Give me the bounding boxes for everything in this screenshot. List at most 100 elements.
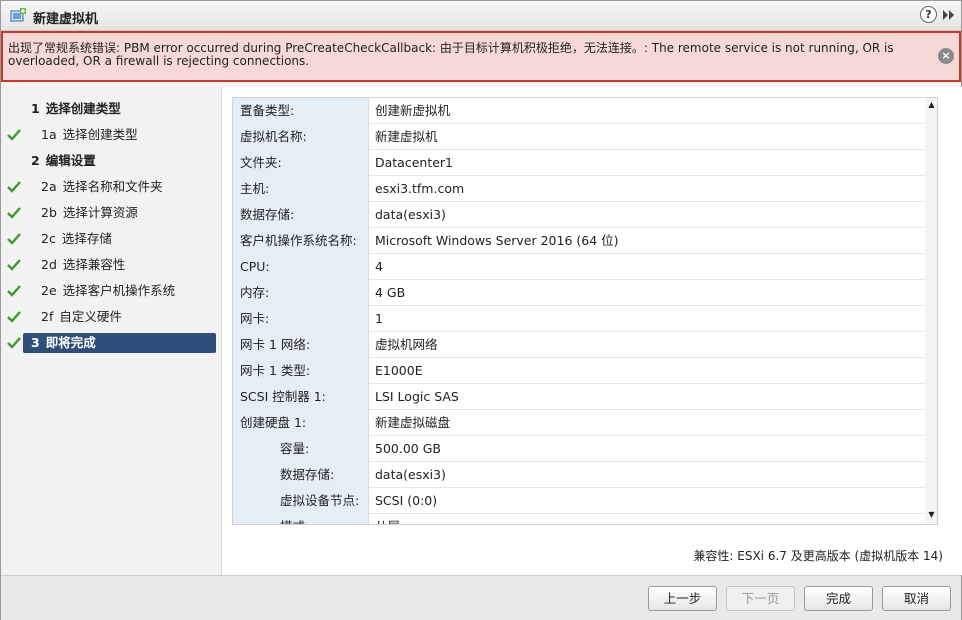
nav-item-2b[interactable]: 2b 选择计算资源 (23, 203, 216, 223)
error-message: 出现了常规系统错误: PBM error occurred during Pre… (8, 41, 894, 68)
back-button[interactable]: 上一步 (648, 586, 717, 611)
nav-item-number: 3 (31, 335, 40, 350)
nav-item-label: 选择存储 (61, 231, 112, 246)
table-row: 模式:从属 (233, 514, 934, 524)
row-label: 网卡: (233, 306, 369, 332)
cancel-button[interactable]: 取消 (882, 586, 951, 611)
table-row: 网卡: 1 (233, 306, 934, 332)
nav-item-label: 选择兼容性 (62, 257, 126, 272)
row-label: 客户机操作系统名称: (233, 228, 369, 254)
title-bar: 新建虚拟机 ? (1, 1, 961, 31)
row-label: 虚拟机名称: (233, 124, 369, 150)
nav-item-label: 选择计算资源 (62, 205, 138, 220)
row-label: CPU: (233, 254, 369, 280)
row-value: 虚拟机网络 (375, 337, 438, 352)
scroll-up-icon[interactable]: ▲ (925, 100, 938, 112)
table-row: SCSI 控制器 1: LSI Logic SAS (233, 384, 934, 410)
nav-item-label: 即将完成 (45, 335, 96, 350)
nav-item-label: 选择名称和文件夹 (62, 179, 163, 194)
row-label: SCSI 控制器 1: (233, 384, 369, 410)
footer: 上一步 下一页 完成 取消 (1, 575, 961, 620)
scroll-down-icon[interactable]: ▼ (925, 510, 938, 522)
dialog-title: 新建虚拟机 (33, 12, 99, 27)
table-row: 数据存储: data(esxi3) (233, 462, 934, 488)
row-value: 500.00 GB (375, 441, 441, 456)
next-button[interactable]: 下一页 (726, 586, 795, 611)
row-value: 新建虚拟机 (375, 129, 438, 144)
nav-item-number: 2b (41, 205, 57, 220)
check-icon (7, 207, 21, 219)
row-value: Datacenter1 (375, 155, 454, 170)
row-label: 文件夹: (233, 150, 369, 176)
table-row: 网卡 1 类型: E1000E (233, 358, 934, 384)
check-icon (7, 337, 21, 349)
row-value: 4 GB (375, 285, 406, 300)
wizard-nav: 1 选择创建类型 1a 选择创建类型 2 编辑设置 2a 选择名称和文件夹 2b 选择计算资源 2c… (1, 87, 221, 575)
table-row: 虚拟设备节点: SCSI (0:0) (233, 488, 934, 514)
compatibility-text: 兼容性: ESXi 6.7 及更高版本 (虚拟机版本 14) (693, 549, 943, 563)
row-label: 网卡 1 类型: (233, 358, 369, 384)
row-label: 数据存储: (233, 462, 369, 488)
finish-button[interactable]: 完成 (804, 586, 873, 611)
nav-item-2a[interactable]: 2a 选择名称和文件夹 (23, 177, 216, 197)
check-icon (7, 129, 21, 141)
row-value: esxi3.tfm.com (375, 181, 465, 196)
table-row: 虚拟机名称: 新建虚拟机 (233, 124, 934, 150)
nav-item-2d[interactable]: 2d 选择兼容性 (23, 255, 216, 275)
nav-item-1[interactable]: 1 选择创建类型 (23, 99, 216, 119)
nav-item-1a[interactable]: 1a 选择创建类型 (23, 125, 216, 145)
nav-item-label: 编辑设置 (45, 153, 96, 168)
nav-item-2[interactable]: 2 编辑设置 (23, 151, 216, 171)
table-row: 主机: esxi3.tfm.com (233, 176, 934, 202)
row-value: 创建新虚拟机 (375, 103, 451, 118)
check-icon (7, 259, 21, 271)
row-label: 创建硬盘 1: (233, 410, 369, 436)
nav-item-label: 选择创建类型 (62, 127, 138, 142)
row-label: 内存: (233, 280, 369, 306)
table-row: 置备类型: 创建新虚拟机 (233, 98, 934, 124)
help-button[interactable]: ? (920, 6, 937, 23)
row-value: Microsoft Windows Server 2016 (64 位) (375, 233, 619, 248)
row-value: LSI Logic SAS (375, 389, 459, 404)
nav-item-number: 2c (41, 231, 56, 246)
check-icon (7, 285, 21, 297)
nav-item-number: 2 (31, 153, 40, 168)
row-value: data(esxi3) (375, 207, 446, 222)
row-label: 置备类型: (233, 98, 369, 124)
close-icon[interactable]: × (938, 48, 954, 64)
expand-icon[interactable] (942, 7, 956, 23)
row-label: 网卡 1 网络: (233, 332, 369, 358)
table-row: CPU: 4 (233, 254, 934, 280)
table-row: 网卡 1 网络: 虚拟机网络 (233, 332, 934, 358)
new-vm-icon (10, 8, 26, 22)
row-value: 新建虚拟磁盘 (375, 415, 451, 430)
nav-item-number: 2f (41, 309, 54, 324)
check-icon (7, 181, 21, 193)
check-icon (7, 311, 21, 323)
summary-table: 置备类型: 创建新虚拟机 虚拟机名称: 新建虚拟机 文件夹: Datacenter1 主机:… (232, 97, 935, 525)
new-vm-dialog: 新建虚拟机 ? 出现了常规系统错误: PBM error occurred du… (0, 0, 962, 620)
row-label: 模式: (233, 514, 369, 524)
row-value: E1000E (375, 363, 423, 378)
row-label: 数据存储: (233, 202, 369, 228)
table-row: 客户机操作系统名称: Microsoft Windows Server 2016 … (233, 228, 934, 254)
row-value: SCSI (0:0) (375, 493, 438, 508)
nav-item-3[interactable]: 3 即将完成 (23, 333, 216, 353)
nav-item-number: 2e (41, 283, 57, 298)
scrollbar[interactable]: ▲ ▼ (925, 97, 938, 525)
error-banner: 出现了常规系统错误: PBM error occurred during Pre… (1, 31, 961, 82)
row-label: 主机: (233, 176, 369, 202)
nav-item-label: 自定义硬件 (59, 309, 122, 324)
row-value: 4 (375, 259, 383, 274)
row-value: data(esxi3) (375, 467, 446, 482)
nav-item-2e[interactable]: 2e 选择客户机操作系统 (23, 281, 216, 301)
table-row: 数据存储: data(esxi3) (233, 202, 934, 228)
table-row: 容量: 500.00 GB (233, 436, 934, 462)
row-label: 容量: (233, 436, 369, 462)
nav-item-2f[interactable]: 2f 自定义硬件 (23, 307, 216, 327)
nav-item-2c[interactable]: 2c 选择存储 (23, 229, 216, 249)
nav-item-number: 1 (31, 101, 40, 116)
table-row: 创建硬盘 1: 新建虚拟磁盘 (233, 410, 934, 436)
row-value: 从属 (370, 514, 400, 524)
row-value: 1 (375, 311, 383, 326)
